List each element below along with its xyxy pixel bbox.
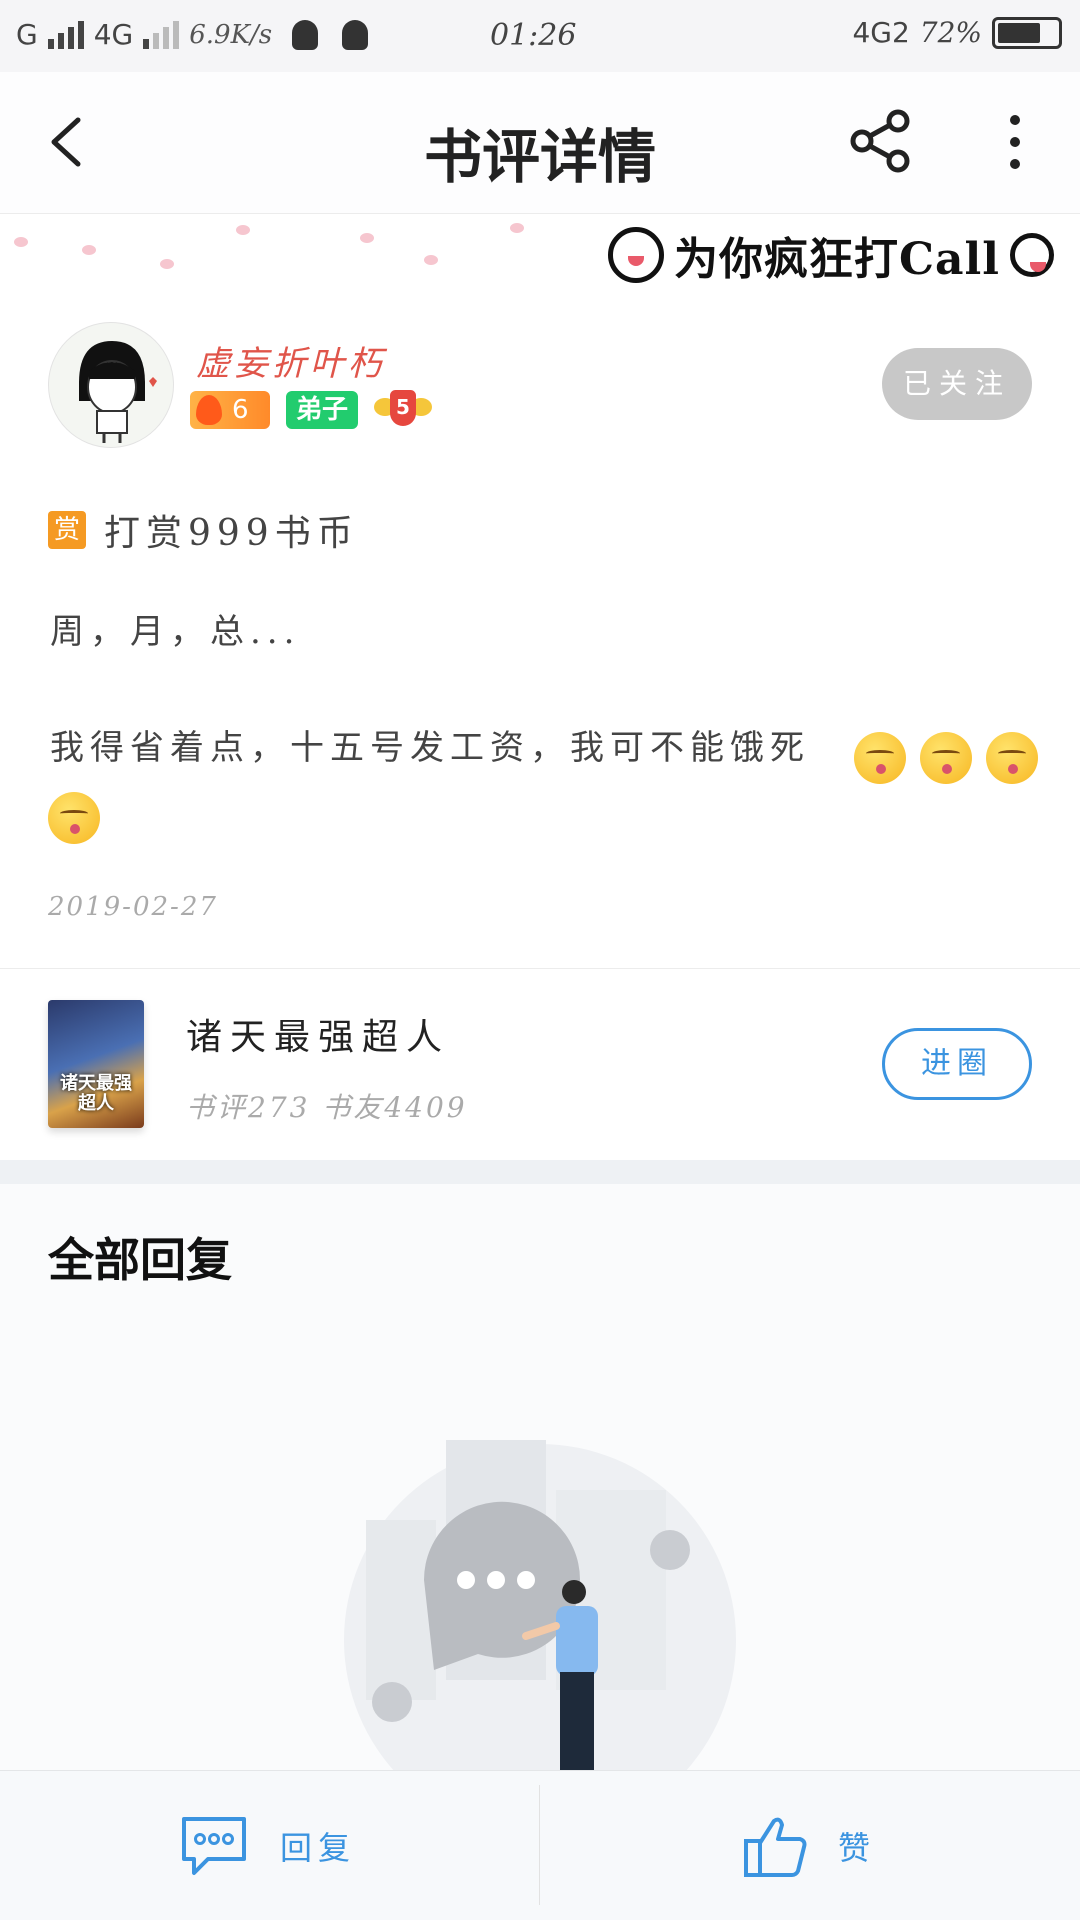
petal-decor	[360, 233, 374, 243]
post-line-1: 周，月，总...	[50, 612, 301, 652]
fire-level: 6	[232, 395, 249, 425]
cartoon-face-icon	[1010, 233, 1054, 277]
replies-section: 全部回复	[0, 1184, 1080, 1770]
shush-emoji-icon	[920, 732, 972, 784]
book-stats: 书评273 书友4409	[186, 1091, 468, 1124]
cartoon-face-icon	[608, 227, 665, 283]
battery-percent: 72%	[919, 16, 982, 49]
petal-decor	[82, 245, 96, 255]
call-sticker: 为你疯狂打Call	[608, 217, 1054, 293]
signal-icon	[47, 20, 84, 49]
like-button[interactable]: 赞	[742, 1801, 876, 1891]
book-cover[interactable]: 诸天最强超人	[48, 1000, 144, 1128]
status-right: 4G2 72%	[852, 16, 1062, 49]
shush-emoji-icon	[854, 732, 906, 784]
avatar-image	[79, 341, 157, 443]
emoji-group	[848, 732, 1038, 784]
avatar[interactable]	[48, 322, 174, 448]
petal-decor	[510, 223, 524, 233]
section-gap	[0, 1160, 1080, 1184]
app-header: 书评详情	[0, 72, 1080, 214]
title-badge: 弟子	[286, 391, 358, 429]
more-vertical-icon[interactable]	[990, 112, 1040, 172]
book-title[interactable]: 诸天最强超人	[186, 1008, 450, 1060]
like-label: 赞	[838, 1829, 877, 1867]
page-title: 书评详情	[423, 123, 656, 191]
network-speed: 6.9K/s	[189, 19, 273, 50]
banner-text: 为你疯狂打Call	[674, 234, 1000, 285]
flame-icon	[196, 395, 222, 425]
bottom-action-bar: 回复 赞	[0, 1770, 1080, 1920]
cover-title: 诸天最强超人	[60, 1073, 132, 1114]
shush-emoji-icon	[986, 732, 1038, 784]
reply-label: 回复	[280, 1829, 357, 1867]
status-time: 01:26	[490, 18, 577, 53]
status-bar: G 4G 6.9K/s 01:26 4G2 72%	[0, 0, 1080, 72]
petal-decor	[424, 255, 438, 265]
username[interactable]: 虚妄折叶朽	[196, 336, 386, 385]
reward-row: 赏 打赏999书币	[48, 504, 359, 556]
signal-icon-2	[143, 20, 180, 49]
thumbs-up-icon	[744, 1817, 807, 1877]
carrier-2: 4G	[93, 18, 134, 51]
decor-banner: 为你疯狂打Call	[0, 215, 1080, 295]
battery-icon	[992, 16, 1062, 49]
shush-emoji-icon	[48, 792, 100, 844]
user-badges: 6 弟子 5	[190, 390, 432, 430]
reward-icon: 赏	[48, 511, 86, 549]
emoji-group-2	[48, 792, 100, 844]
comment-icon	[182, 1817, 246, 1875]
divider	[0, 968, 1080, 969]
qq-icon	[342, 19, 369, 50]
reply-button[interactable]: 回复	[178, 1801, 356, 1891]
bar-divider	[539, 1785, 540, 1905]
reward-text: 打赏999书币	[104, 513, 359, 554]
petal-decor	[14, 237, 28, 247]
network-type: 4G2	[852, 16, 910, 49]
carrier-1: G	[16, 18, 38, 51]
replies-title: 全部回复	[48, 1233, 232, 1287]
rank-level: 5	[390, 390, 416, 426]
qq-icon	[292, 19, 319, 50]
post-date: 2019-02-27	[48, 892, 218, 922]
status-left: G 4G 6.9K/s	[16, 18, 369, 51]
share-icon[interactable]	[848, 108, 914, 174]
rank-badge: 5	[374, 390, 432, 430]
empty-replies-illustration	[344, 1440, 736, 1770]
enter-circle-button[interactable]: 进圈	[882, 1028, 1032, 1100]
petal-decor	[236, 225, 250, 235]
follow-button[interactable]: 已关注	[882, 348, 1032, 420]
fire-level-badge: 6	[190, 391, 270, 429]
post-line-2: 我得省着点，十五号发工资，我可不能饿死	[50, 728, 810, 768]
petal-decor	[160, 259, 174, 269]
